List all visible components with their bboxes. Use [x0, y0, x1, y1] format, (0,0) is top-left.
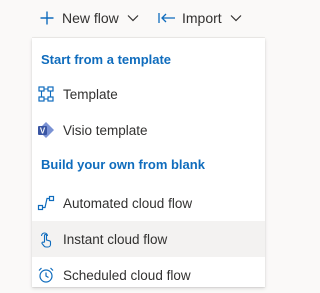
new-flow-menu: Start from a template Template V Visio t…	[32, 38, 265, 287]
import-label: Import	[182, 10, 222, 26]
automated-flow-icon	[36, 193, 56, 213]
new-flow-label: New flow	[62, 10, 119, 26]
menu-item-instant-cloud-flow[interactable]: Instant cloud flow	[32, 221, 265, 257]
menu-item-scheduled-cloud-flow[interactable]: Scheduled cloud flow	[32, 257, 265, 293]
visio-icon: V	[36, 120, 56, 140]
new-flow-button[interactable]: New flow	[40, 6, 139, 30]
svg-text:V: V	[40, 126, 46, 135]
menu-item-label: Template	[63, 86, 118, 102]
menu-item-automated-cloud-flow[interactable]: Automated cloud flow	[32, 185, 265, 221]
import-arrow-icon	[158, 12, 176, 24]
menu-item-label: Instant cloud flow	[63, 231, 168, 247]
menu-item-label: Visio template	[63, 122, 148, 138]
touch-hand-icon	[36, 229, 56, 249]
chevron-down-icon	[127, 14, 139, 22]
template-icon	[36, 84, 56, 104]
alarm-clock-icon	[36, 265, 56, 285]
menu-item-visio-template[interactable]: V Visio template	[32, 112, 265, 148]
command-bar: New flow Import	[0, 0, 265, 36]
menu-item-template[interactable]: Template	[32, 76, 265, 112]
menu-item-label: Automated cloud flow	[63, 195, 193, 211]
import-button[interactable]: Import	[158, 6, 242, 30]
section-header-template: Start from a template	[41, 52, 172, 67]
chevron-down-icon	[230, 14, 242, 22]
plus-icon	[40, 11, 54, 25]
menu-item-label: Scheduled cloud flow	[63, 267, 191, 283]
section-header-blank: Build your own from blank	[41, 157, 205, 172]
